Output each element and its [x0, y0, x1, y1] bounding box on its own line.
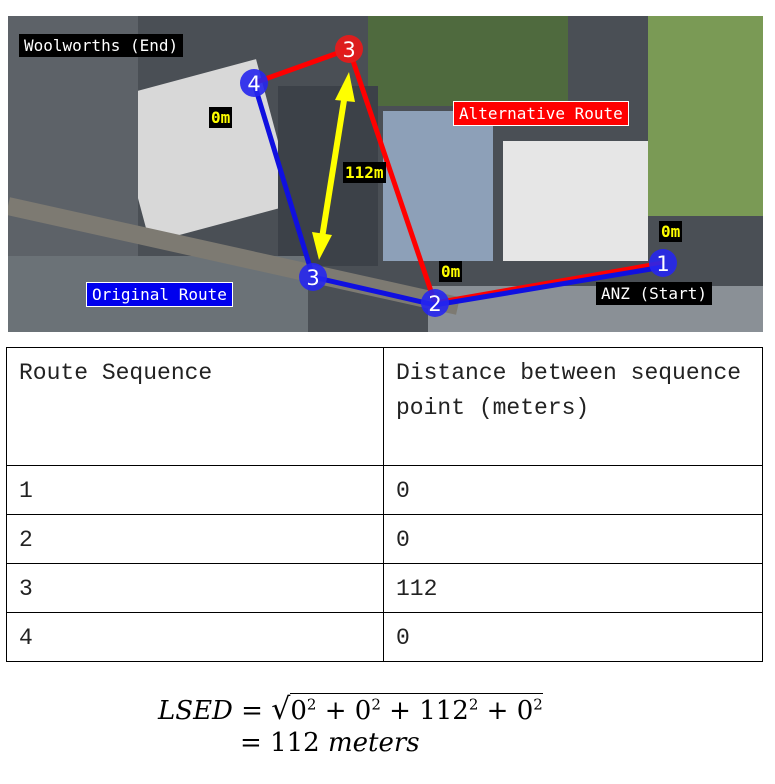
table-row: 1 0: [6, 465, 763, 515]
satellite-map: 1 2 3 4 3 Woolworths (End) ANZ (Start) A…: [6, 16, 763, 332]
distance-table: Route Sequence Distance between sequence…: [6, 347, 763, 662]
header-distance: Distance between sequence point (meters): [383, 347, 763, 466]
end-label: Woolworths (End): [19, 34, 184, 57]
cell-sequence: 1: [6, 465, 384, 515]
table-header-row: Route Sequence Distance between sequence…: [6, 347, 763, 466]
table-row: 2 0: [6, 514, 763, 564]
formula-line-1: LSED = √02 + 02 + 1122 + 02: [158, 692, 543, 727]
sqrt-symbol: √: [271, 692, 291, 727]
table-row: 4 0: [6, 612, 763, 662]
cell-sequence: 2: [6, 514, 384, 564]
start-label: ANZ (Start): [596, 282, 712, 305]
point-label: 2: [428, 292, 441, 316]
original-route-label: Original Route: [86, 282, 233, 307]
cell-sequence: 3: [6, 563, 384, 613]
cell-distance: 112: [383, 563, 763, 613]
alternative-route-label: Alternative Route: [453, 101, 629, 126]
park-area: [648, 16, 763, 216]
radicand: 02 + 02 + 1122 + 02: [290, 693, 543, 726]
cell-distance: 0: [383, 612, 763, 662]
formula-result: 112: [270, 728, 320, 758]
distance-label-4: 0m: [209, 107, 233, 128]
cell-distance: 0: [383, 465, 763, 515]
table-row: 3 112: [6, 563, 763, 613]
cell-distance: 0: [383, 514, 763, 564]
cell-sequence: 4: [6, 612, 384, 662]
formula-unit: meters: [327, 728, 420, 758]
point-label: 4: [247, 72, 260, 96]
distance-label-1: 0m: [659, 221, 683, 242]
park-area: [368, 16, 568, 106]
building: [383, 111, 493, 261]
building: [503, 141, 648, 261]
formula-line-2: = 112 meters: [240, 728, 420, 758]
formula-equals: =: [240, 728, 262, 758]
distance-label-3: 112m: [343, 162, 386, 183]
point-label: 3: [306, 266, 319, 290]
header-route-sequence: Route Sequence: [6, 347, 384, 466]
formula-equals: =: [241, 696, 263, 726]
point-label: 1: [656, 252, 669, 276]
point-label: 3: [342, 38, 355, 62]
distance-label-2: 0m: [439, 261, 463, 282]
formula-lhs: LSED: [158, 696, 233, 726]
